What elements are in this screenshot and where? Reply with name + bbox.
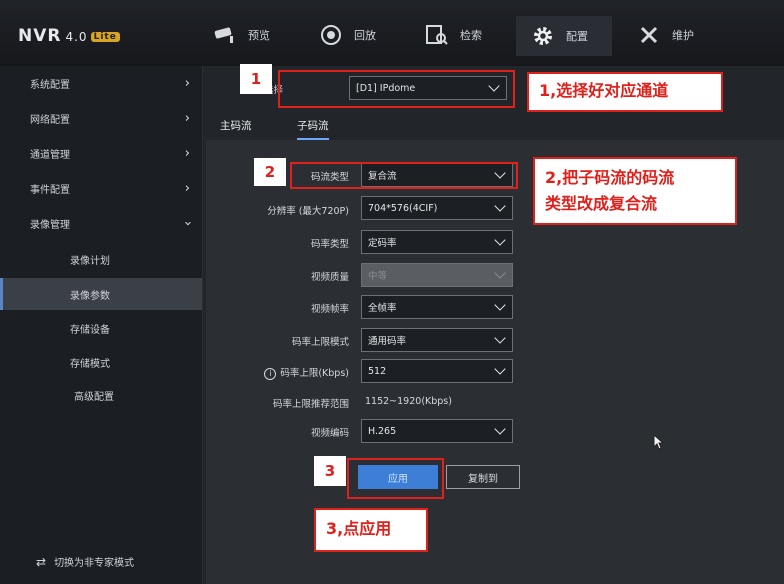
tab-preview-label: 预览	[248, 29, 270, 42]
chevron-down-icon	[494, 299, 506, 311]
tab-sub-stream[interactable]: 子码流	[297, 118, 329, 140]
bitrate-limit-value: 512	[368, 365, 387, 377]
chevron-right-icon: ›	[184, 110, 190, 126]
tab-playback-label: 回放	[354, 29, 376, 42]
callout-step-2-line-2: 类型改成复合流	[545, 194, 658, 213]
sidebar-item-label: 系统配置	[30, 79, 70, 91]
nvr-logo: NVR 4.0 Lite	[18, 26, 120, 46]
tab-search-label: 检索	[460, 29, 482, 42]
frame-rate-label: 视频帧率	[310, 304, 349, 315]
resolution-value: 704*576(4CIF)	[368, 202, 438, 214]
top-navigation-bar: NVR 4.0 Lite 预览 回放 检索 配置 维护	[0, 0, 784, 67]
sidebar-item-label: 事件配置	[30, 184, 70, 196]
bitrate-type-select[interactable]: 定码率	[361, 230, 513, 254]
highlight-channel-select	[278, 70, 515, 108]
chevron-down-icon: ›	[179, 220, 195, 226]
copy-to-button[interactable]: 复制到	[446, 465, 520, 489]
sidebar-subitem-label: 存储设备	[70, 324, 110, 336]
sidebar: 系统配置 › 网络配置 › 通道管理 › 事件配置 › 录像管理 › 录像计划 …	[0, 66, 203, 584]
bitrate-limit-mode-select[interactable]: 通用码率	[361, 328, 513, 352]
tab-preview[interactable]: 预览	[212, 18, 270, 52]
chevron-down-icon	[494, 200, 506, 212]
sidebar-item-network[interactable]: 网络配置 ›	[0, 101, 202, 135]
video-codec-select[interactable]: H.265	[361, 419, 513, 443]
sidebar-subitem-record-schedule[interactable]: 录像计划	[0, 243, 202, 275]
search-icon	[424, 24, 450, 46]
chevron-down-icon	[494, 423, 506, 435]
camera-icon	[212, 24, 238, 46]
chevron-down-icon	[494, 363, 506, 375]
highlight-apply-button	[347, 458, 444, 499]
sidebar-subitem-label: 存储模式	[70, 358, 110, 370]
resolution-label: 分辨率 (最大720P)	[267, 206, 349, 217]
bitrate-limit-label: i 码率上限(Kbps)	[209, 365, 349, 380]
bitrate-limit-mode-label: 码率上限模式	[291, 337, 349, 348]
main-content: 通道选择 [D1] IPdome 主码流 子码流 码流类型 复合流 分辨率 (最…	[203, 66, 784, 584]
callout-step-1: 1,选择好对应通道	[527, 72, 723, 112]
sidebar-item-label: 通道管理	[30, 149, 70, 161]
callout-step-2-line-1: 2,把子码流的码流	[545, 168, 675, 187]
sidebar-subitem-storage-device[interactable]: 存储设备	[0, 312, 202, 344]
bitrate-type-label: 码率类型	[310, 239, 349, 250]
chevron-down-icon	[494, 332, 506, 344]
switch-mode-label: 切换为非专家模式	[54, 558, 135, 569]
video-quality-label: 视频质量	[310, 272, 349, 283]
recommended-range-label: 码率上限推荐范围	[272, 399, 349, 410]
bitrate-limit-select[interactable]: 512	[361, 359, 513, 383]
chevron-down-icon	[494, 234, 506, 246]
info-icon: i	[264, 368, 277, 380]
frame-rate-select[interactable]: 全帧率	[361, 295, 513, 319]
frame-rate-value: 全帧率	[368, 303, 397, 314]
step-number-1: 1	[240, 64, 272, 94]
playback-icon	[318, 24, 344, 46]
sidebar-item-event[interactable]: 事件配置 ›	[0, 171, 202, 205]
video-codec-label: 视频编码	[310, 428, 349, 439]
chevron-right-icon: ›	[184, 145, 190, 161]
sidebar-item-label: 录像管理	[30, 219, 70, 231]
logo-version: 4.0	[65, 30, 88, 44]
tab-maintenance-label: 维护	[672, 29, 694, 42]
sidebar-subitem-advanced[interactable]: 高级配置	[0, 379, 202, 411]
switch-mode-link[interactable]: ⇄ 切换为非专家模式	[36, 554, 135, 570]
tab-config-label: 配置	[566, 30, 588, 43]
gear-icon	[530, 25, 556, 47]
tab-search[interactable]: 检索	[424, 18, 482, 52]
tab-config[interactable]: 配置	[516, 16, 612, 56]
logo-text: NVR	[18, 26, 62, 46]
chevron-down-icon	[494, 267, 506, 279]
sidebar-subitem-label: 录像参数	[70, 290, 110, 302]
bitrate-type-value: 定码率	[368, 238, 397, 249]
highlight-stream-type	[290, 162, 518, 189]
callout-step-3: 3,点应用	[314, 508, 428, 552]
resolution-select[interactable]: 704*576(4CIF)	[361, 196, 513, 220]
tab-maintenance[interactable]: 维护	[636, 18, 694, 52]
lite-badge: Lite	[90, 32, 120, 42]
callout-step-2: 2,把子码流的码流 类型改成复合流	[533, 157, 737, 225]
tools-icon	[636, 24, 662, 46]
sidebar-subitem-record-params[interactable]: 录像参数	[0, 278, 202, 310]
bitrate-limit-mode-value: 通用码率	[368, 336, 407, 347]
sidebar-item-record[interactable]: 录像管理 ›	[0, 206, 202, 240]
swap-icon: ⇄	[36, 554, 47, 569]
tab-main-stream[interactable]: 主码流	[220, 118, 252, 133]
recommended-range-value: 1152~1920(Kbps)	[365, 396, 452, 407]
video-quality-value: 中等	[368, 271, 388, 282]
sidebar-subitem-storage-mode[interactable]: 存储模式	[0, 346, 202, 378]
chevron-right-icon: ›	[184, 180, 190, 196]
step-number-2: 2	[254, 158, 286, 186]
sidebar-subitem-label: 高级配置	[74, 391, 114, 403]
step-number-3: 3	[314, 456, 346, 486]
sidebar-subitem-label: 录像计划	[70, 255, 110, 267]
bitrate-limit-label-text: 码率上限(Kbps)	[280, 368, 349, 379]
tab-playback[interactable]: 回放	[318, 18, 376, 52]
video-quality-select: 中等	[361, 263, 513, 287]
sidebar-item-channel[interactable]: 通道管理 ›	[0, 136, 202, 170]
sidebar-item-label: 网络配置	[30, 114, 70, 126]
mouse-cursor-icon	[653, 434, 665, 450]
video-codec-value: H.265	[368, 425, 397, 437]
